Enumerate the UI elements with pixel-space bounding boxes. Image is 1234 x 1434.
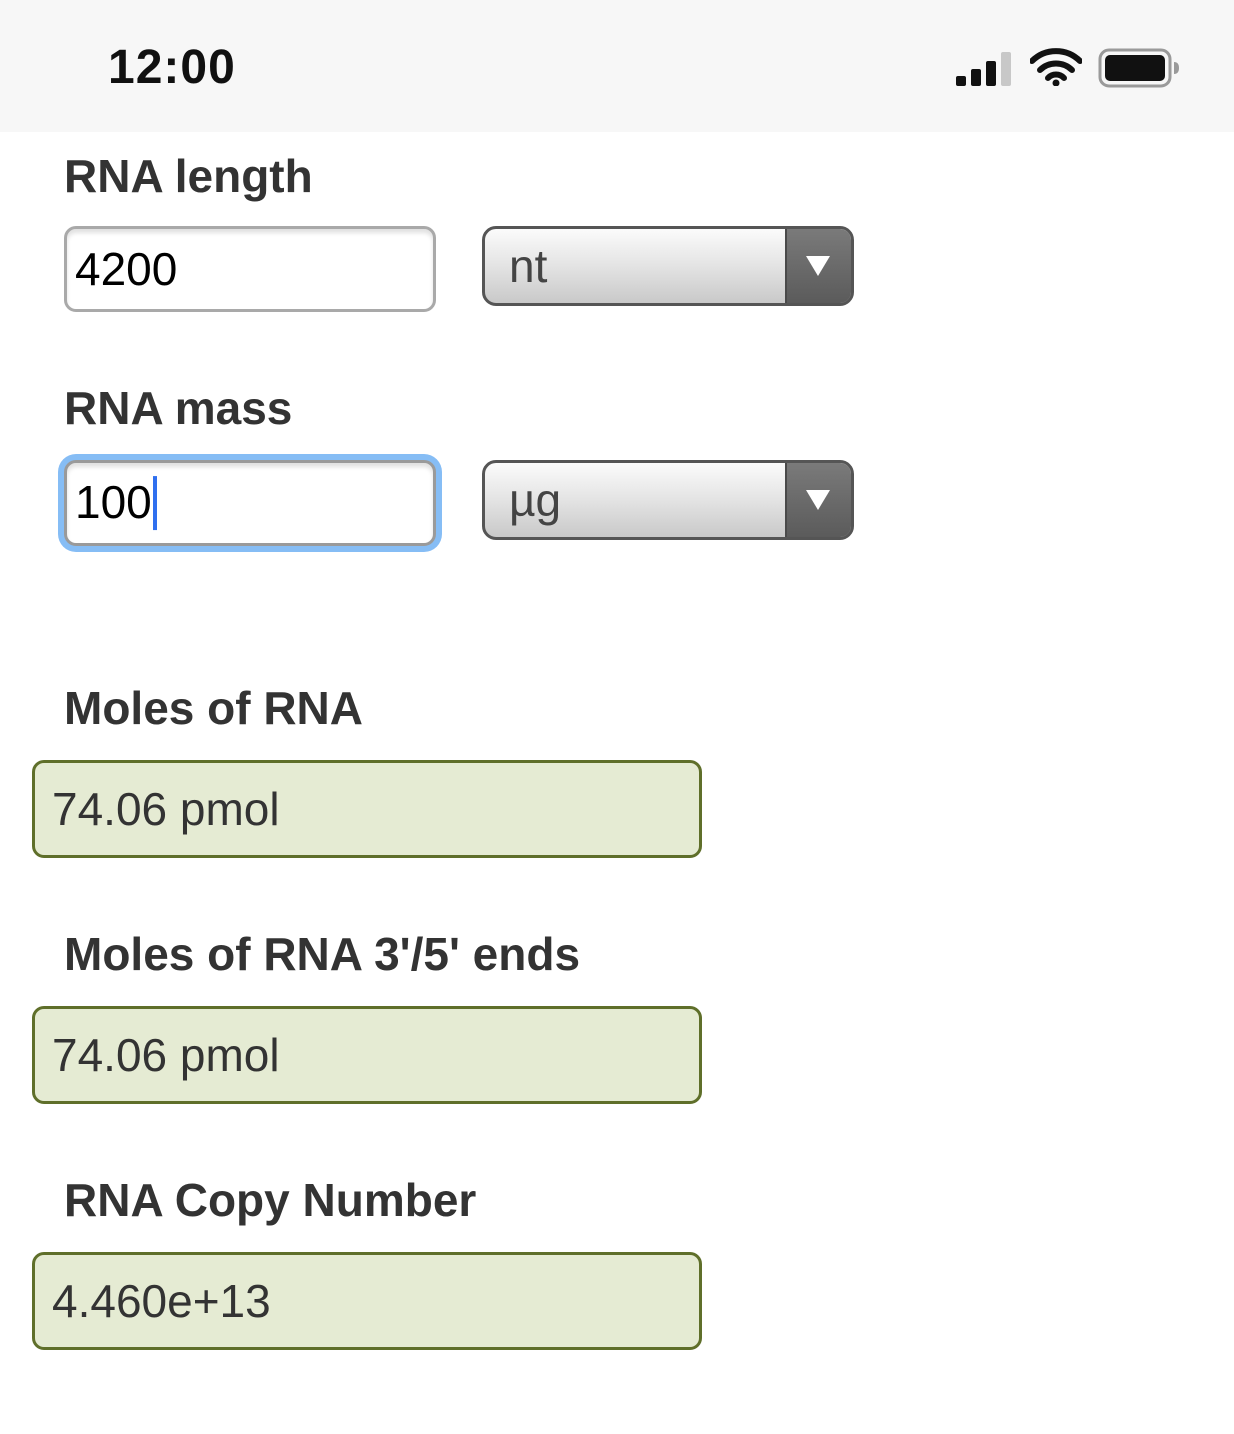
moles-rna-label: Moles of RNA	[64, 682, 363, 734]
moles-ends-label: Moles of RNA 3'/5' ends	[64, 928, 581, 980]
rna-mass-unit-dropdown-button[interactable]	[785, 463, 851, 537]
moles-rna-value: 74.06 pmol	[52, 783, 280, 835]
cellular-signal-icon	[956, 52, 1011, 86]
wifi-icon	[1030, 48, 1082, 86]
rna-mass-input[interactable]: 100	[64, 460, 436, 546]
rna-length-unit-select[interactable]: nt	[482, 226, 854, 306]
rna-mass-label: RNA mass	[64, 382, 293, 434]
rna-length-unit-value: nt	[509, 240, 548, 292]
chevron-down-icon	[806, 490, 830, 510]
status-bar: 12:00	[0, 0, 1234, 132]
copy-number-value: 4.460e+13	[52, 1275, 271, 1327]
rna-length-unit-dropdown-button[interactable]	[785, 229, 851, 303]
battery-icon	[1098, 48, 1179, 88]
rna-mass-unit-select[interactable]: µg	[482, 460, 854, 540]
rna-mass-value: 100	[75, 475, 157, 530]
status-time: 12:00	[108, 41, 236, 94]
text-caret	[152, 475, 157, 530]
copy-number-result: 4.460e+13	[32, 1252, 702, 1350]
copy-number-label: RNA Copy Number	[64, 1174, 477, 1226]
moles-ends-value: 74.06 pmol	[52, 1029, 280, 1081]
moles-ends-result: 74.06 pmol	[32, 1006, 702, 1104]
rna-length-input[interactable]: 4200	[64, 226, 436, 312]
rna-length-value: 4200	[75, 243, 178, 295]
chevron-down-icon	[806, 256, 830, 276]
moles-rna-result: 74.06 pmol	[32, 760, 702, 858]
rna-mass-unit-value: µg	[509, 474, 562, 526]
rna-length-label: RNA length	[64, 150, 313, 202]
